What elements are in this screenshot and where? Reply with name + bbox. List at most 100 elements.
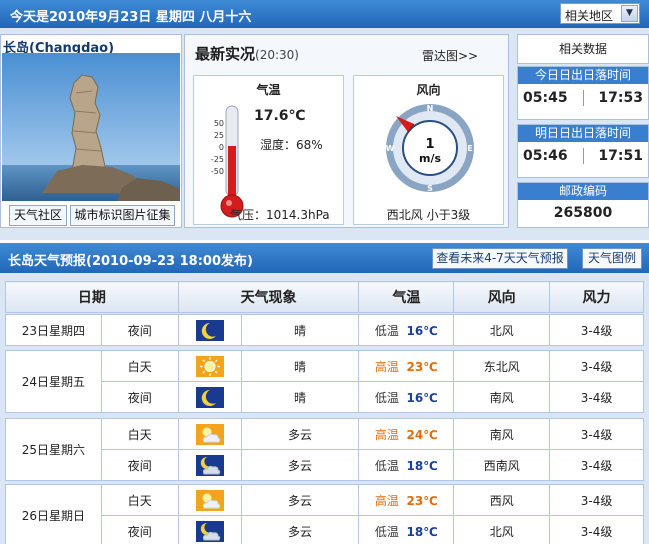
table-row: 夜间 多云 低温 18℃ 北风 3-4级 [6, 515, 644, 544]
period: 夜间 [100, 381, 179, 413]
moon-icon [195, 386, 224, 408]
thermo-tick-label: -50 [211, 167, 224, 176]
table-row: 26日星期日 白天 多云 高温 23℃ 西风 3-4级 [5, 484, 644, 544]
forecast-title: 长岛天气预报(2010-09-23 18:00发布) [8, 254, 253, 269]
table-row: 25日星期六 白天 多云 高温 24℃ 南风 3-4级 [5, 418, 644, 481]
temperature-label: 气温 [256, 83, 281, 97]
top-bar: 今天是2010年9月23日 星期四 八月十六 相关地区 ▼ [0, 0, 649, 28]
radar-link[interactable]: 雷达图>> [422, 47, 478, 64]
postcode-value: 265800 [553, 205, 613, 221]
forecast-header: 长岛天气预报(2010-09-23 18:00发布) 查看未来4-7天天气预报 … [0, 243, 649, 273]
related-data-panel: 相关数据 今日日出日落时间 05:45 17:53 明日日出日落时间 05:46… [517, 34, 649, 228]
thermo-tick-label: 0 [219, 143, 224, 152]
wind-description: 西北风 小于3级 [386, 208, 471, 222]
temp-type: 低温 [374, 524, 399, 539]
day-date: 23日星期四 [5, 314, 102, 346]
temp-value: 18℃ [406, 524, 438, 539]
column-header-temp: 气温 [358, 281, 455, 313]
thermo-tick-label: 50 [214, 119, 224, 128]
wind-force: 3-4级 [549, 381, 644, 413]
compass-south-label: S [427, 184, 433, 193]
wind-force: 3-4级 [549, 350, 644, 382]
wind-direction: 南风 [453, 418, 551, 450]
pressure-value: 气压：1014.3hPa [230, 208, 330, 222]
column-header-wind-force: 风力 [549, 281, 644, 313]
wind-direction: 北风 [453, 515, 551, 544]
temp-type: 高温 [374, 359, 399, 374]
wind-direction: 东北风 [453, 350, 551, 382]
city-photo [2, 53, 180, 201]
temperature: 低温 16℃ [358, 314, 455, 346]
temp-type: 高温 [374, 493, 399, 508]
weather-text: 多云 [240, 418, 360, 450]
latest-time: (20:30) [255, 48, 299, 62]
latest-conditions-panel: 最新实况(20:30) 雷达图>> 气温 50 25 0 -25 -50 17.… [184, 34, 509, 228]
latest-title-text: 最新实况 [195, 45, 256, 63]
compass-north-label: N [427, 104, 434, 113]
wind-direction: 西风 [453, 484, 551, 516]
sun-icon [195, 355, 224, 377]
column-header-wind-dir: 风向 [453, 281, 551, 313]
city-photo-collect-button[interactable]: 城市标识图片征集 [70, 205, 175, 226]
wind-force: 3-4级 [549, 314, 644, 346]
column-header-date: 日期 [5, 281, 179, 313]
temp-value: 23℃ [406, 359, 438, 374]
wind-direction: 西南风 [453, 449, 551, 481]
wind-force: 3-4级 [549, 449, 644, 481]
period: 白天 [100, 350, 179, 382]
moon-cloud-icon [195, 454, 224, 476]
period: 白天 [100, 484, 179, 516]
wind-force: 3-4级 [549, 515, 644, 544]
weather-community-button[interactable]: 天气社区 [9, 205, 67, 226]
table-row: 夜间 晴 低温 16℃ 南风 3-4级 [6, 381, 644, 413]
weather-icon-cell [177, 381, 242, 413]
postcode-label: 邮政编码 [518, 183, 648, 200]
temp-type: 低温 [374, 458, 399, 473]
weather-text: 多云 [240, 484, 360, 516]
day-date: 26日星期日 [5, 484, 102, 544]
table-header-row: 日期 天气现象 气温 风向 风力 [5, 281, 644, 313]
weather-text: 晴 [240, 381, 360, 413]
day-date: 25日星期六 [5, 418, 102, 481]
region-select-value: 相关地区 [565, 9, 614, 23]
period: 夜间 [100, 449, 179, 481]
period: 夜间 [100, 314, 179, 346]
wind-compass-icon: N E S W 1 m/s [386, 104, 474, 193]
divider [582, 90, 584, 106]
wind-direction: 南风 [453, 381, 551, 413]
chevron-down-icon[interactable]: ▼ [621, 5, 638, 22]
wind-unit: m/s [419, 152, 441, 165]
forecast-day-25: 25日星期六 白天 多云 高温 24℃ 南风 3-4级 夜间 多云 低温 18℃… [5, 418, 644, 481]
thermo-tick-label: 25 [214, 131, 224, 140]
wind-force: 3-4级 [549, 418, 644, 450]
tomorrow-sun-times: 05:46 17:51 [518, 142, 648, 164]
divider [582, 148, 584, 164]
weather-text: 多云 [240, 449, 360, 481]
region-select[interactable]: 相关地区 ▼ [560, 3, 640, 24]
temp-value: 16℃ [406, 323, 438, 338]
tomorrow-sun-label: 明日日出日落时间 [518, 125, 648, 142]
weather-text: 晴 [240, 350, 360, 382]
weather-icon-cell [177, 515, 242, 544]
today-sun-times: 05:45 17:53 [518, 84, 648, 106]
wind-speed: 1 [425, 137, 434, 152]
sun-cloud-icon [195, 423, 224, 445]
future-forecast-button[interactable]: 查看未来4-7天天气预报 [432, 248, 568, 269]
temperature: 低温 18℃ [358, 449, 455, 481]
weather-icon-cell [177, 314, 242, 346]
today-sunrise: 05:45 [523, 90, 568, 106]
related-data-title: 相关数据 [517, 34, 649, 64]
temperature: 高温 23℃ [358, 484, 455, 516]
temp-value: 16℃ [406, 390, 438, 405]
forecast-day-24: 24日星期五 白天 晴 高温 23℃ 东北风 3-4级 夜间 晴 低温 16℃ … [5, 350, 644, 413]
weather-legend-button[interactable]: 天气图例 [582, 248, 642, 269]
wind-force: 3-4级 [549, 484, 644, 516]
sun-cloud-icon [195, 489, 224, 511]
moon-cloud-icon [195, 520, 224, 542]
temperature: 低温 18℃ [358, 515, 455, 544]
temp-type: 低温 [374, 390, 399, 405]
current-date: 今天是2010年9月23日 星期四 八月十六 [10, 10, 252, 25]
table-row: 24日星期五 白天 晴 高温 23℃ 东北风 3-4级 [5, 350, 644, 413]
forecast-day-23: 23日星期四 夜间 晴 低温 16℃ 北风 3-4级 [5, 314, 644, 346]
weather-text: 晴 [240, 314, 360, 346]
